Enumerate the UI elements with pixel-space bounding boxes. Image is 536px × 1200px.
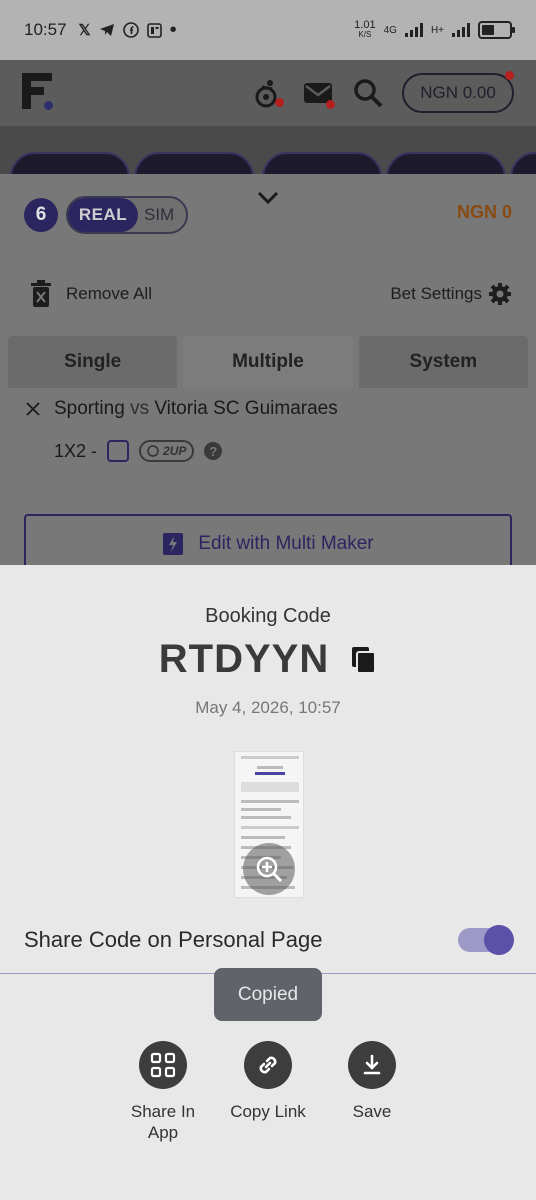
remove-all-label: Remove All <box>66 284 152 303</box>
bet-settings-button[interactable]: Bet Settings <box>390 282 512 306</box>
real-sim-toggle[interactable]: REAL SIM <box>66 196 188 234</box>
telegram-icon <box>99 24 114 36</box>
selection-row: Sporting vs Vitoria SC Guimaraes <box>26 398 338 420</box>
status-time: 10:57 <box>24 20 67 39</box>
betslip-balance: NGN 0 <box>456 202 512 222</box>
multi-maker-icon <box>163 533 184 555</box>
market-label: 1X2 - <box>54 440 98 461</box>
trash-icon <box>31 280 51 307</box>
copied-toast: Copied <box>214 968 322 1021</box>
save-button[interactable]: Save <box>317 1041 427 1122</box>
net-speed: 1.01 K/S <box>354 19 376 40</box>
net-type-1: 4G <box>383 24 397 36</box>
share-in-app-label: Share In App <box>130 1102 196 1142</box>
share-personal-page-row: Share Code on Personal Page <box>24 925 514 955</box>
copy-link-label: Copy Link <box>230 1102 306 1121</box>
market-row: 1X2 - 2UP ? <box>54 440 223 462</box>
mail-icon[interactable] <box>302 77 335 109</box>
promo-card[interactable] <box>10 152 130 174</box>
multi-maker-label: Edit with Multi Maker <box>198 533 374 554</box>
net-type-2: H+ <box>430 24 444 36</box>
twoup-badge: 2UP <box>139 440 195 462</box>
battery-level <box>482 25 494 35</box>
system-icons: 1.01 K/S 4G H+ <box>354 19 515 40</box>
promo-card[interactable] <box>134 152 254 174</box>
save-label: Save <box>352 1102 392 1121</box>
facebook-icon <box>122 22 139 38</box>
promo-strip <box>0 126 536 174</box>
booking-code-label: Booking Code <box>205 605 331 627</box>
zoom-in-icon <box>256 856 283 883</box>
mode-real[interactable]: REAL <box>68 198 138 232</box>
search-icon[interactable] <box>352 77 384 109</box>
app-header: NGN 0.00 <box>0 60 536 126</box>
status-bar: 10:57 𝕏 • 1.01 K/S 4G H+ <box>0 0 536 60</box>
booking-sheet: Booking Code RTDYYN May 4, 2026, 10:57 S… <box>0 565 536 1200</box>
signal-icon-2 <box>452 23 470 37</box>
promo-card[interactable] <box>262 152 382 174</box>
promo-card[interactable] <box>386 152 506 174</box>
copy-icon[interactable] <box>351 646 377 674</box>
brand-logo[interactable] <box>22 73 56 113</box>
match-name: Sporting vs Vitoria SC Guimaraes <box>54 398 338 419</box>
toggle-knob <box>484 925 514 955</box>
grid-icon <box>139 1041 187 1089</box>
tab-single[interactable]: Single <box>8 336 178 388</box>
bet-type-tabs: Single Multiple System <box>8 336 528 388</box>
header-actions: NGN 0.00 <box>252 71 514 113</box>
link-icon <box>244 1041 292 1089</box>
zoom-in-button[interactable] <box>243 843 295 895</box>
share-in-app-button[interactable]: Share In App <box>108 1041 218 1143</box>
chevron-down-icon[interactable] <box>256 190 280 206</box>
twoup-checkbox[interactable] <box>107 440 130 462</box>
tab-multiple[interactable]: Multiple <box>183 336 353 388</box>
x-app-icon: 𝕏 <box>78 22 91 39</box>
booking-date: May 4, 2026, 10:57 <box>195 698 341 717</box>
share-personal-page-toggle[interactable] <box>458 925 514 955</box>
twoup-icon <box>147 445 159 457</box>
help-icon[interactable]: ? <box>204 442 223 460</box>
mode-sim[interactable]: SIM <box>144 198 174 232</box>
copy-link-button[interactable]: Copy Link <box>213 1041 323 1122</box>
remove-all-button[interactable]: Remove All <box>30 280 152 308</box>
download-icon <box>348 1041 396 1089</box>
selection-count-badge: 6 <box>24 198 58 232</box>
notification-icons: 𝕏 • <box>78 19 177 41</box>
cycling-icon[interactable] <box>252 77 284 109</box>
balance-button[interactable]: NGN 0.00 <box>402 71 514 113</box>
more-dot-icon: • <box>169 19 177 41</box>
booking-code-row: RTDYYN <box>0 637 536 682</box>
balance-notification-dot <box>505 71 514 80</box>
tab-system[interactable]: System <box>358 336 528 388</box>
share-personal-page-label: Share Code on Personal Page <box>24 927 323 952</box>
signal-icon <box>404 23 423 37</box>
bet-settings-label: Bet Settings <box>390 284 482 303</box>
header-balance: NGN 0.00 <box>420 83 496 102</box>
booking-code: RTDYYN <box>158 637 330 681</box>
promo-card[interactable] <box>510 152 536 174</box>
close-icon[interactable] <box>26 402 40 416</box>
battery-icon <box>478 21 515 39</box>
gear-icon <box>489 283 511 305</box>
news-icon <box>146 22 162 38</box>
